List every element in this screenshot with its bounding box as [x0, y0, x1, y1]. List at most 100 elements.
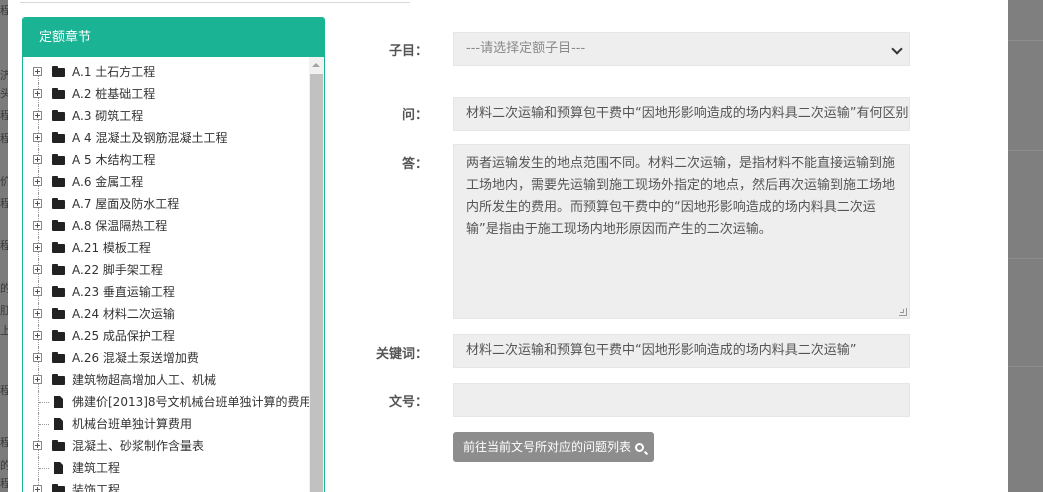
folder-icon	[52, 440, 65, 451]
question-label: 问：	[401, 108, 428, 123]
tree-node-label[interactable]: A.25 成品保护工程	[72, 325, 175, 347]
question-field[interactable]: 材料二次运输和预算包干费中“因地形影响造成的场内料具二次运输”有何区别？	[453, 97, 910, 131]
tree-node[interactable]: A 5 木结构工程	[23, 149, 309, 171]
tree-node[interactable]: A.25 成品保护工程	[23, 325, 309, 347]
expand-plus-icon[interactable]	[33, 177, 42, 186]
tree-node-label[interactable]: 佛建价[2013]8号文机械台班单独计算的费用	[72, 391, 312, 413]
tree-node[interactable]: 混凝土、砂浆制作含量表	[23, 435, 309, 457]
tree-node-label[interactable]: A.7 屋面及防水工程	[72, 193, 179, 215]
chapter-tree-header: 定额章节	[23, 18, 324, 57]
expand-plus-icon[interactable]	[33, 133, 42, 142]
subitem-label: 子目：	[388, 44, 428, 59]
answer-textarea[interactable]: 两者运输发生的地点范围不同。材料二次运输，是指材料不能直接运输到施工场地内，需要…	[453, 144, 910, 319]
expand-plus-icon[interactable]	[33, 441, 42, 450]
folder-icon	[52, 198, 65, 209]
expand-plus-icon[interactable]	[33, 287, 42, 296]
tree-node-label[interactable]: A.22 脚手架工程	[72, 259, 163, 281]
keyword-label: 关键词：	[375, 347, 428, 362]
tree-node[interactable]: A.26 混凝土泵送增加费	[23, 347, 309, 369]
expand-plus-icon[interactable]	[33, 199, 42, 208]
answer-label: 答：	[401, 157, 428, 172]
tree-node-label[interactable]: A.26 混凝土泵送增加费	[72, 347, 199, 369]
tree-node-label[interactable]: A.21 模板工程	[72, 237, 151, 259]
tree-node[interactable]: 佛建价[2013]8号文机械台班单独计算的费用	[23, 391, 312, 413]
folder-icon	[52, 484, 65, 492]
resize-handle-icon[interactable]	[899, 308, 907, 316]
tree-node-label[interactable]: 机械台班单独计算费用	[72, 413, 192, 435]
expand-plus-icon[interactable]	[33, 155, 42, 164]
background-page-right	[1008, 0, 1043, 492]
expand-plus-icon[interactable]	[33, 309, 42, 318]
tree-node[interactable]: A 4 混凝土及钢筋混凝土工程	[23, 127, 309, 149]
expand-plus-icon[interactable]	[33, 331, 42, 340]
tree-node-label[interactable]: 装饰工程	[72, 479, 120, 492]
tree-connector	[39, 468, 49, 469]
tree-node-label[interactable]: 建筑工程	[72, 457, 120, 479]
tree-node-label[interactable]: A 4 混凝土及钢筋混凝土工程	[72, 127, 227, 149]
tree-node-label[interactable]: A.8 保温隔热工程	[72, 215, 167, 237]
folder-icon	[52, 352, 65, 363]
goto-question-list-button[interactable]: 前往当前文号所对应的问题列表	[453, 432, 655, 462]
expand-plus-icon[interactable]	[33, 67, 42, 76]
tree-node-label[interactable]: A.6 金属工程	[72, 171, 143, 193]
tree-node[interactable]: 建筑工程	[23, 457, 309, 479]
tree-node[interactable]: 建筑物超高增加人工、机械	[23, 369, 309, 391]
tree-node-label[interactable]: A.3 砌筑工程	[72, 105, 143, 127]
expand-plus-icon[interactable]	[33, 485, 42, 492]
folder-icon	[52, 154, 65, 165]
folder-icon	[52, 308, 65, 319]
tree-node[interactable]: 装饰工程	[23, 479, 309, 492]
tree-node[interactable]: A.21 模板工程	[23, 237, 309, 259]
chapter-tree: A.1 土石方工程 A.2 桩基础工程 A.3 砌筑工程 A 4 混凝土及钢筋混凝土工…	[23, 57, 324, 492]
modal-dialog: 定额章节 A.1 土石方工程 A.2 桩基础工程 A.3 砌筑工程 A 4 混凝土及钢…	[8, 0, 1008, 492]
tree-node[interactable]: A.23 垂直运输工程	[23, 281, 309, 303]
tree-node[interactable]: A.22 脚手架工程	[23, 259, 309, 281]
docno-field[interactable]	[453, 383, 910, 417]
folder-icon	[52, 176, 65, 187]
background-divider	[1008, 366, 1043, 367]
tree-node[interactable]: A.7 屋面及防水工程	[23, 193, 309, 215]
tree-node[interactable]: A.24 材料二次运输	[23, 303, 309, 325]
chevron-down-icon	[891, 43, 903, 55]
goto-question-list-label: 前往当前文号所对应的问题列表	[463, 440, 632, 454]
folder-icon	[52, 220, 65, 231]
tree-node-label[interactable]: A.2 桩基础工程	[72, 83, 155, 105]
subitem-select-value: ---请选择定额子目---	[466, 41, 586, 56]
file-icon	[54, 418, 63, 430]
expand-plus-icon[interactable]	[33, 375, 42, 384]
tree-node-label[interactable]: 混凝土、砂浆制作含量表	[72, 435, 204, 457]
chapter-tree-list: A.1 土石方工程 A.2 桩基础工程 A.3 砌筑工程 A 4 混凝土及钢筋混凝土工…	[23, 61, 312, 492]
tree-scrollbar[interactable]	[309, 57, 324, 492]
tree-node-label[interactable]: 建筑物超高增加人工、机械	[72, 369, 216, 391]
expand-plus-icon[interactable]	[33, 265, 42, 274]
top-search-input-edge[interactable]	[20, 0, 410, 3]
tree-scroll-thumb[interactable]	[310, 74, 323, 492]
tree-node[interactable]: 机械台班单独计算费用	[23, 413, 309, 435]
tree-node[interactable]: A.1 土石方工程	[23, 61, 309, 83]
background-divider	[1008, 40, 1043, 41]
tree-node-label[interactable]: A 5 木结构工程	[72, 149, 155, 171]
docno-label: 文号：	[388, 395, 428, 410]
keyword-field[interactable]: 材料二次运输和预算包干费中“因地形影响造成的场内料具二次运输”	[453, 334, 910, 368]
chapter-tree-panel: 定额章节 A.1 土石方工程 A.2 桩基础工程 A.3 砌筑工程 A 4 混凝土及钢…	[22, 17, 325, 492]
expand-plus-icon[interactable]	[33, 111, 42, 120]
expand-plus-icon[interactable]	[33, 89, 42, 98]
tree-node-label[interactable]: A.24 材料二次运输	[72, 303, 175, 325]
expand-plus-icon[interactable]	[33, 221, 42, 230]
folder-icon	[52, 286, 65, 297]
tree-connector	[39, 402, 49, 403]
tree-node[interactable]: A.6 金属工程	[23, 171, 309, 193]
tree-connector	[39, 424, 49, 425]
expand-plus-icon[interactable]	[33, 353, 42, 362]
tree-node[interactable]: A.2 桩基础工程	[23, 83, 309, 105]
expand-plus-icon[interactable]	[33, 243, 42, 252]
folder-icon	[52, 374, 65, 385]
folder-icon	[52, 330, 65, 341]
tree-node-label[interactable]: A.23 垂直运输工程	[72, 281, 175, 303]
tree-node-label[interactable]: A.1 土石方工程	[72, 61, 155, 83]
folder-icon	[52, 132, 65, 143]
scroll-up-arrow-icon[interactable]	[312, 63, 320, 67]
subitem-select[interactable]: ---请选择定额子目---	[453, 32, 910, 66]
tree-node[interactable]: A.8 保温隔热工程	[23, 215, 309, 237]
tree-node[interactable]: A.3 砌筑工程	[23, 105, 309, 127]
